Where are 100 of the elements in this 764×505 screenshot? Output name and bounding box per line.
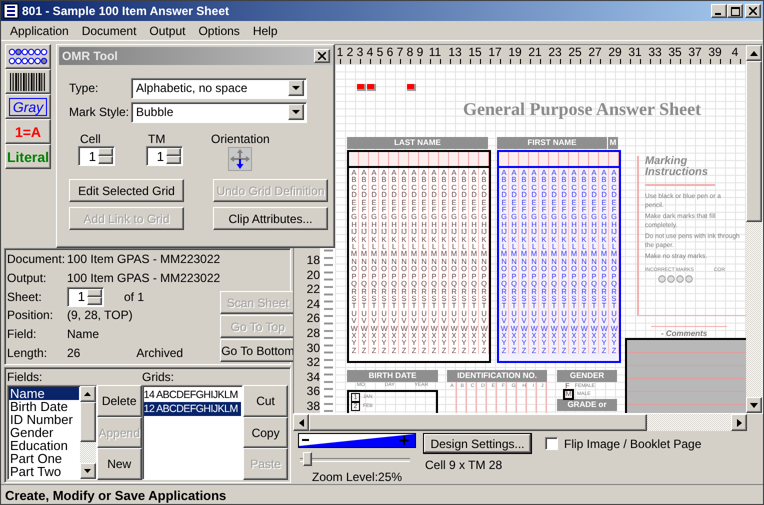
grid-list-item[interactable]: 12 ABCDEFGHIJKLM [144,402,242,416]
field-action-button[interactable]: New [96,448,142,480]
field-list-item[interactable]: Gender [9,426,79,439]
ruler-number: 28 [306,326,320,341]
cell-label: Cell [79,132,102,146]
app-icon [3,3,19,19]
grid-action-button[interactable]: Copy [243,416,288,448]
window-title: 801 - Sample 100 Item Answer Sheet [22,4,230,18]
design-settings-button[interactable]: Design Settings... [423,433,532,454]
field-list-item[interactable]: ID Number [9,413,79,426]
status-text: Create, Modify or Save Applications [5,488,226,502]
menu-item[interactable]: Document [74,24,142,38]
info-label: Position: [7,308,54,322]
cell-readout: Cell 9 x TM 28 [425,458,504,472]
info-value: Name [67,327,100,342]
info-note: Archived [136,346,184,360]
ruler-number: 3 [356,45,364,61]
menu-item[interactable]: Options [191,24,246,38]
menu-item[interactable]: Help [246,24,284,38]
field-action-button[interactable]: Delete [96,385,142,417]
section-header: IDENTIFICATION NO. [447,370,547,382]
close-button[interactable] [314,49,330,63]
info-value: 100 Item GPAS - MM223022 [67,252,220,266]
ruler-number: 29 [607,45,623,61]
info-value: 26 [67,346,80,360]
info-note: of 1 [124,290,144,304]
info-value: (9, 28, TOP) [67,308,133,322]
info-label: Field: [7,327,38,342]
zoom-slider[interactable] [298,452,412,466]
bubble-grid[interactable] [497,150,621,363]
bubbles-icon [8,46,48,66]
grid-header: LAST NAME [347,137,488,149]
section-header: BIRTH DATE [347,370,438,382]
menu-item[interactable]: Output [142,24,192,38]
tool-button[interactable] [5,69,51,94]
ruler-number: 27 [587,45,603,61]
ruler-number: 1 [336,45,344,61]
section-header: GRADE or [557,399,617,411]
barcode-icon [9,72,47,92]
sheet-spinner[interactable]: 1 [67,286,104,307]
close-button[interactable] [745,4,761,18]
info-value: 100 Item GPAS - MM223022 [67,270,220,285]
ruler-number: 35 [667,45,683,61]
down-arrow-icon [750,402,758,408]
orientation-arrows-icon[interactable] [228,147,252,171]
field-list-item[interactable]: Education [9,439,79,452]
minimize-button[interactable] [711,4,727,18]
ruler-number: 9 [416,45,424,61]
instructions-title: Marking Instructions [645,156,715,186]
list-scrollbar[interactable] [80,386,96,479]
vertical-scrollbar[interactable] [746,45,762,413]
grid-action-button[interactable]: Cut [243,385,288,417]
ruler-number: 13 [447,45,463,61]
mark-style-label: Mark Style: [69,105,130,119]
close-icon [749,7,757,15]
tool-action-button[interactable]: Edit Selected Grid [69,179,184,202]
ruler-number: 34 [306,370,320,384]
mark-style-dropdown[interactable]: Bubble [131,102,307,122]
ruler-number: 20 [306,268,320,282]
dropdown-arrow-icon [292,110,300,114]
ruler-number: 31 [627,45,643,61]
maximize-button[interactable] [727,4,743,18]
ruler-number: 37 [687,45,703,61]
grids-label: Grids: [142,370,174,385]
navigation-button[interactable]: Go To Bottom [220,339,296,362]
grids-list[interactable]: 14 ABCDEFGHIJKLM 12 ABCDEFGHIJKLM [142,385,244,480]
ruler-number: 5 [376,45,384,61]
left-arrow-icon [298,418,304,426]
ruler-number: 19 [507,45,523,61]
tool-button[interactable] [5,44,51,69]
ruler-number: 26 [306,311,320,326]
cell-spinner[interactable]: 1 [78,146,115,166]
sheet-title: General Purpose Answer Sheet [463,99,702,120]
ruler-number: 6 [386,45,394,61]
ruler-number: 30 [306,340,320,356]
ruler-number: 15 [467,45,483,61]
ruler-number: 38 [306,398,320,413]
field-list-item[interactable]: Part One [9,452,79,465]
ruler-number: 17 [487,45,503,61]
up-arrow-icon [84,392,92,396]
tm-spinner[interactable]: 1 [146,146,183,166]
grid-list-item[interactable]: 14 ABCDEFGHIJKLM [144,388,242,402]
bubble-grid[interactable] [347,150,491,363]
menu-item[interactable]: Application [3,24,75,38]
ruler-number: 4 [730,45,740,61]
grid-header: FIRST NAME [497,137,607,149]
ruler-number: 24 [306,296,320,312]
field-list-item[interactable]: Name [9,387,79,400]
flip-checkbox[interactable] [545,437,558,450]
type-dropdown[interactable]: Alphabetic, no space [131,78,307,98]
ruler-number: 7 [396,45,404,61]
field-list-item[interactable]: Part Two [9,465,79,478]
registration-mark [407,84,414,89]
tool-button[interactable]: Gray [5,94,51,119]
flip-label: Flip Image / Booklet Page [564,436,702,450]
zoom-level-label: Zoom Level:25% [312,470,404,484]
ruler-number: 4 [366,45,374,61]
fields-list[interactable]: Name Birth Date ID Number Gender Education Part One Part Two [7,385,97,480]
tool-action-button[interactable]: Clip Attributes... [213,207,328,230]
field-list-item[interactable]: Birth Date [9,400,79,413]
